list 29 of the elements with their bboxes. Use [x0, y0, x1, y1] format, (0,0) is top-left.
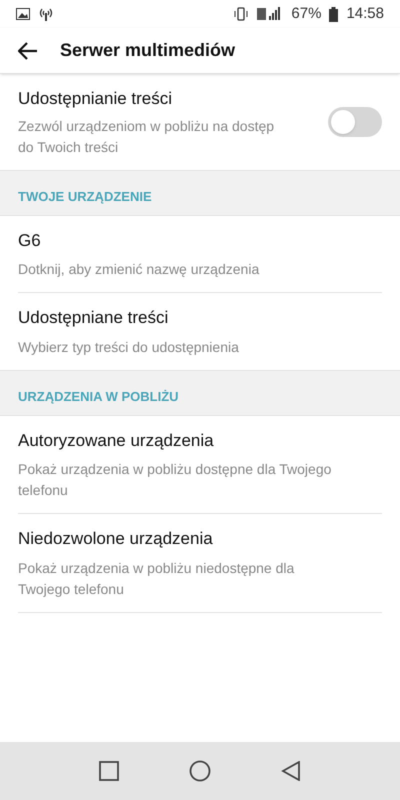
section-title: TWOJE URZĄDZENIE — [18, 188, 152, 206]
clock: 14:58 — [346, 4, 384, 24]
back-icon[interactable] — [281, 761, 301, 781]
list-item[interactable]: Niedozwolone urządzenia Pokaż urządzenia w pobliżu niedostępne dla Twojego telefonu — [18, 514, 382, 612]
toggle-switch[interactable] — [328, 106, 382, 137]
vibrate-icon — [233, 7, 250, 21]
sharing-row[interactable]: Udostępnianie treści Zezwól urządzeniom w pobliżu na dostęp do Twoich treści — [0, 74, 400, 170]
item-title: G6 — [18, 230, 42, 252]
list-item[interactable]: G6 Dotknij, aby zmienić nazwę urządzenia — [18, 216, 382, 293]
recents-icon[interactable] — [99, 761, 119, 781]
item-description: Pokaż urządzenia w pobliżu dostępne dla Twojego telefonu — [18, 460, 332, 500]
item-title: Autoryzowane urządzenia — [18, 430, 215, 452]
battery-percent: 67% — [291, 4, 322, 24]
image-icon — [16, 8, 30, 20]
section-title: URZĄDZENIA W POBLIŻU — [18, 388, 179, 406]
item-description: Wybierz typ treści do udostępnienia — [18, 338, 240, 357]
back-arrow-icon — [18, 42, 38, 60]
item-description: Pokaż urządzenia w pobliżu niedostępne dla Twojego telefonu — [18, 558, 296, 599]
list-item[interactable]: Autoryzowane urządzenia Pokaż urządzenia w pobliżu dostępne dla Twojego telefonu — [18, 416, 382, 514]
page-title: Serwer multimediów — [60, 39, 236, 62]
home-icon[interactable] — [189, 760, 211, 782]
item-title: Niedozwolone urządzenia — [18, 528, 214, 550]
battery-icon — [329, 6, 338, 22]
setting-title: Udostępnianie treści — [18, 88, 174, 110]
item-title: Udostępniane treści — [18, 307, 170, 329]
setting-description: Zezwól urządzeniom w pobliżu na dostęp do Twoich treści — [18, 116, 276, 156]
list-item[interactable]: Udostępniane treści Wybierz typ treści do udostępnienia — [18, 293, 382, 370]
item-description: Dotknij, aby zmienić nazwę urządzenia — [18, 260, 260, 279]
hotspot-icon — [38, 7, 54, 21]
